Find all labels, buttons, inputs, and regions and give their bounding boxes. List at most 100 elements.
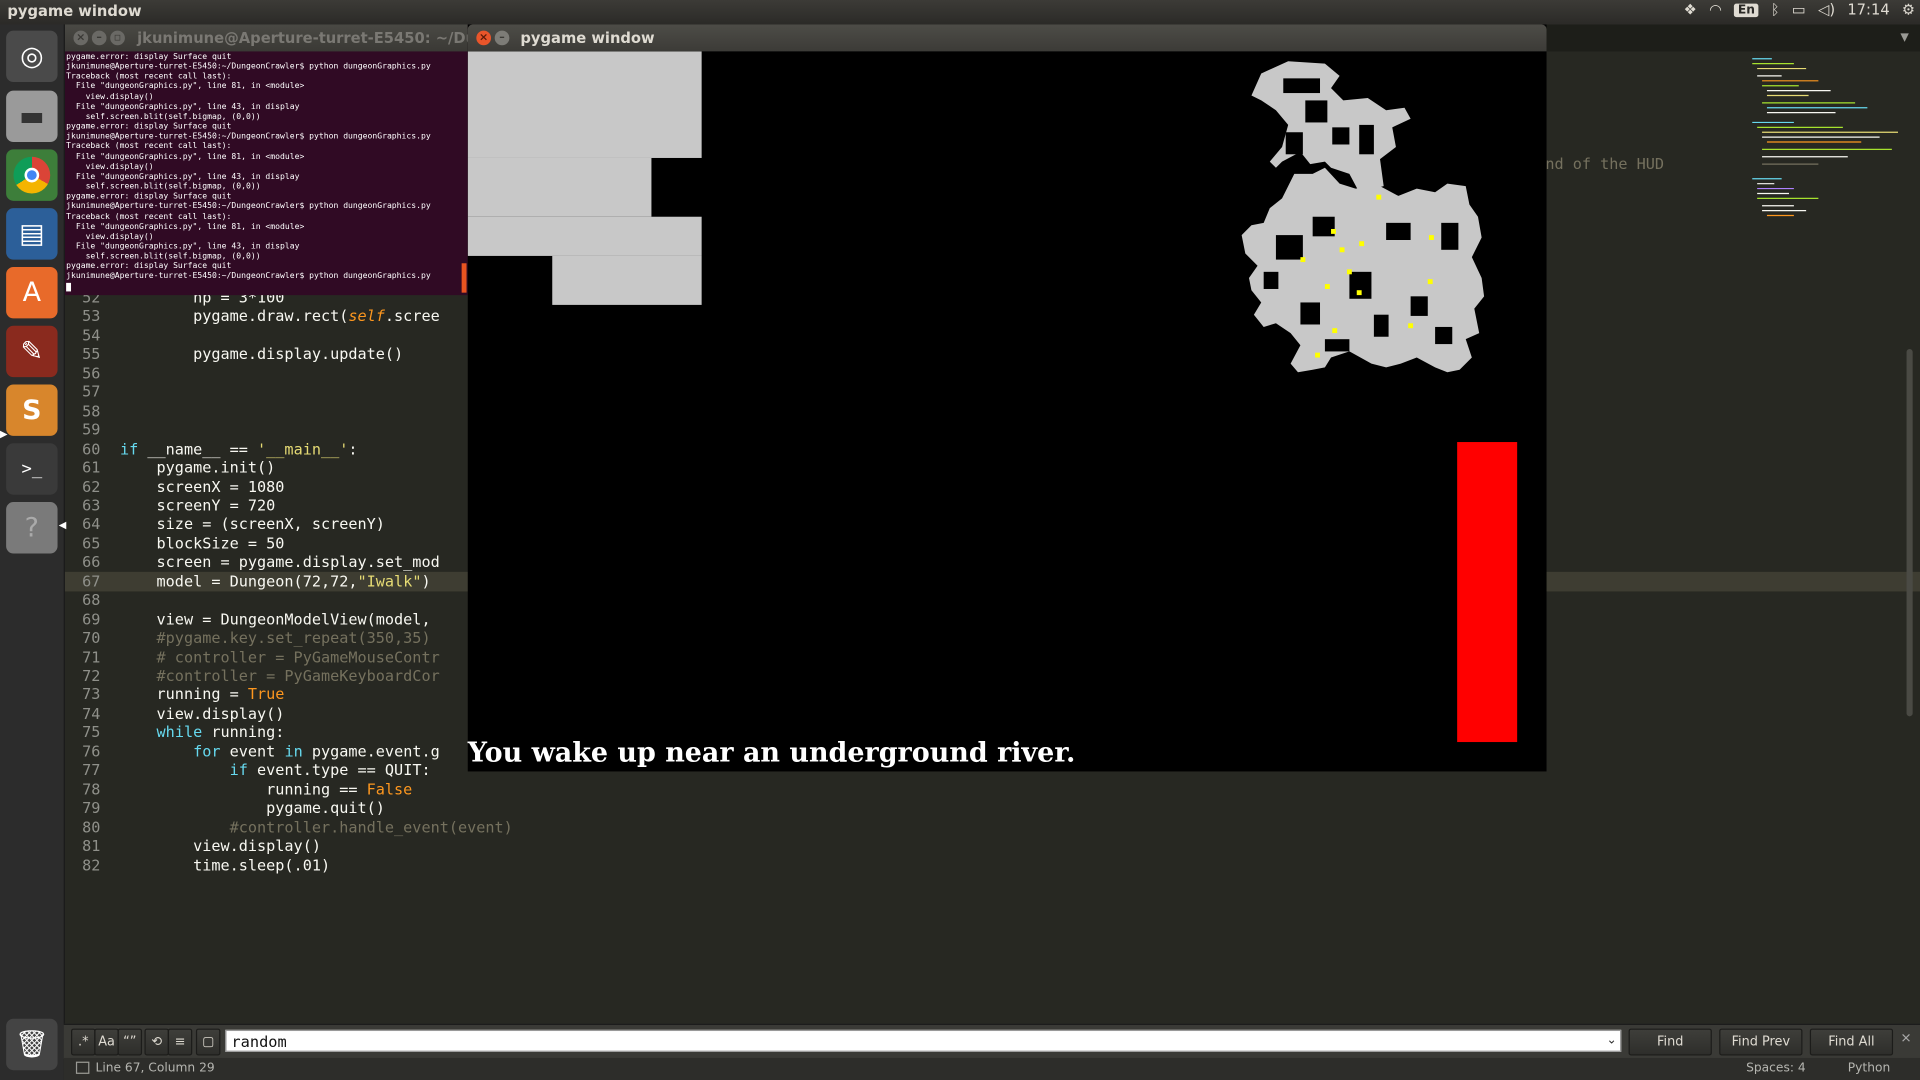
whole-word-toggle[interactable]: “” [117,1028,143,1056]
bluetooth-icon[interactable]: ᛒ [1771,1,1780,18]
running-app-arrow-icon: ◀ [58,519,67,531]
terminal-minimize-icon[interactable]: – [91,30,107,46]
code-line[interactable]: screen = pygame.display.set_mod [120,552,440,570]
code-line[interactable]: # controller = PyGameMouseContr [120,648,440,666]
code-line[interactable]: model = Dungeon(72,72,"Iwalk") [120,572,431,590]
line-number: 62 [82,477,101,496]
chrome-icon[interactable] [6,149,58,201]
terminal-close-icon[interactable]: × [73,30,89,46]
find-close-icon[interactable]: × [1900,1030,1911,1046]
terminal-cursor [66,282,72,292]
code-line[interactable]: #controller.handle_event(event) [120,818,513,836]
highlight-matches-toggle-icon[interactable]: ▢ [195,1028,221,1056]
dungeon-minimap [1241,61,1485,373]
code-line[interactable]: pygame.display.update() [120,344,403,362]
line-number: 53 [82,306,101,325]
system-settings-icon[interactable]: ✎ [6,325,58,378]
terminal-line: pygame.error: display Surface quit [66,191,232,202]
code-line[interactable]: if event.type == QUIT: [120,760,431,778]
pygame-titlebar[interactable]: × – pygame window [467,24,1547,52]
wifi-icon[interactable]: ◠ [1709,1,1722,18]
code-line[interactable]: #controller = PyGameKeyboardCor [120,666,440,684]
terminal-icon[interactable]: >_ [6,443,58,495]
code-line[interactable]: time.sleep(.01) [120,856,330,874]
code-line[interactable]: size = (screenX, screenY) [120,514,385,532]
indentation-setting[interactable]: Spaces: 4 [1746,1062,1806,1075]
ubuntu-dash-icon[interactable]: ◎ [6,30,58,83]
sublime-text-icon[interactable]: S [6,384,58,436]
code-line[interactable]: blockSize = 50 [120,534,285,552]
code-line[interactable]: while running: [120,722,285,740]
code-line[interactable]: #pygame.key.set_repeat(350,35) [120,628,431,646]
regex-toggle[interactable]: .* [71,1028,96,1056]
editor-scrollbar[interactable] [1906,348,1913,717]
system-tray: ❖ ◠ En ᛒ ▭ ◁) 17:14 ⚙ [1684,1,1915,18]
tab-dropdown-icon[interactable]: ▼ [1900,32,1908,44]
code-line[interactable]: view = DungeonModelView(model, [120,610,431,628]
code-line[interactable]: pygame.quit() [120,798,385,816]
keyboard-layout-indicator[interactable]: En [1734,3,1759,17]
line-number: 66 [82,552,101,571]
line-number: 77 [82,760,101,779]
terminal-line: jkunimune@Aperture-turret-E5450:~/Dungeo… [66,61,431,72]
cursor-position: Line 67, Column 29 [95,1061,215,1076]
case-sensitive-toggle[interactable]: Aa [94,1028,119,1056]
wrap-toggle-icon[interactable]: ⟲ [144,1028,169,1056]
floor-tile [467,216,702,256]
line-number: 67 [82,571,101,591]
code-line[interactable]: screenY = 720 [120,496,276,514]
code-line[interactable]: pygame.draw.rect(self.scree [120,306,440,324]
item-marker [1376,194,1382,200]
terminal-titlebar[interactable]: × – ▫ jkunimune@Aperture-turret-E5450: ~… [63,24,507,52]
terminal-line: Traceback (most recent call last): [66,141,232,152]
in-selection-toggle-icon[interactable]: ≡ [167,1028,193,1056]
pygame-close-icon[interactable]: × [476,30,492,46]
code-line[interactable]: view.display() [120,704,285,722]
terminal-line: view.display() [66,91,154,102]
item-marker [1408,323,1414,329]
story-message: You wake up near an underground river. [467,737,1076,769]
syntax-setting[interactable]: Python [1848,1062,1890,1075]
battery-icon[interactable]: ▭ [1792,1,1806,18]
volume-icon[interactable]: ◁) [1818,1,1835,18]
pygame-title: pygame window [520,29,655,47]
dropbox-icon[interactable]: ❖ [1684,1,1697,18]
find-history-chevron-down-icon[interactable]: ⌄ [1607,1033,1617,1046]
terminal-line: view.display() [66,231,154,241]
find-button[interactable]: Find [1628,1028,1712,1056]
files-icon[interactable]: ▬ [6,90,58,143]
software-center-icon[interactable]: A [6,266,58,319]
code-line[interactable]: for event in pygame.event.g [120,742,440,760]
pygame-minimize-icon[interactable]: – [494,30,510,46]
code-line[interactable]: running = True [120,684,285,702]
clock[interactable]: 17:14 [1847,1,1889,18]
line-number: 58 [82,401,101,421]
floor-tile [467,157,652,217]
panel-toggle-icon[interactable] [75,1061,90,1074]
find-all-button[interactable]: Find All [1809,1028,1894,1056]
line-number: 55 [82,344,101,363]
code-line[interactable]: if __name__ == '__main__': [120,440,358,458]
code-line[interactable]: screenX = 1080 [120,478,285,496]
line-number: 54 [82,325,101,345]
find-prev-button[interactable]: Find Prev [1719,1028,1803,1056]
code-line[interactable]: view.display() [120,836,321,854]
terminal-line: File "dungeonGraphics.py", line 81, in <… [66,221,305,232]
floor-tile [467,51,702,158]
libreoffice-writer-icon[interactable]: ▤ [6,208,58,260]
terminal-output[interactable]: pygame.error: display Surface quit jkunim… [66,51,464,281]
line-number: 57 [82,382,101,401]
terminal-maximize-icon[interactable]: ▫ [110,30,125,46]
pygame-viewport[interactable] [467,51,1547,771]
gear-icon[interactable]: ⚙ [1902,1,1915,18]
item-marker [1359,241,1365,247]
find-input[interactable]: random [225,1029,1622,1052]
code-line[interactable]: pygame.init() [120,458,276,476]
terminal-line: File "dungeonGraphics.py", line 43, in d… [66,241,300,251]
code-minimap[interactable] [1745,51,1904,259]
code-line[interactable]: running == False [120,780,412,798]
help-icon[interactable]: ? [6,502,58,554]
terminal-line: File "dungeonGraphics.py", line 43, in d… [66,171,300,182]
item-marker [1346,269,1352,275]
trash-icon[interactable]: 🗑 [6,1018,58,1071]
